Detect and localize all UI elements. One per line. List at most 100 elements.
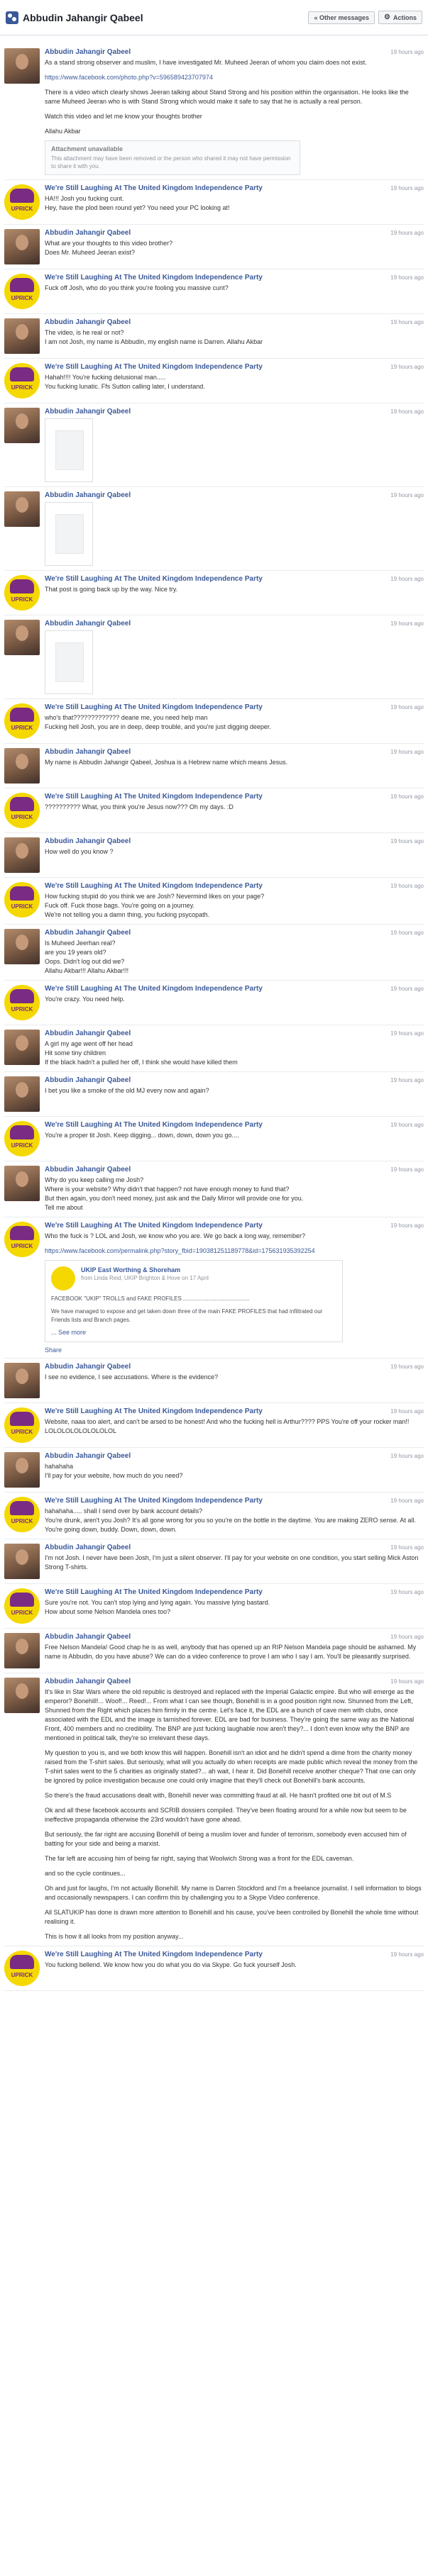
shared-post-card[interactable]: UKIP East Worthing & Shoreham from Linda … xyxy=(45,1260,343,1342)
sender-avatar[interactable]: UPRICK xyxy=(4,1407,40,1443)
ukip-logo-text: UPRICK xyxy=(11,1610,33,1616)
message-text: If the black hadn't a pulled her off, I … xyxy=(45,1059,238,1066)
photo-attachment[interactable] xyxy=(45,418,93,482)
see-more-link[interactable]: ... See more xyxy=(51,1329,86,1336)
message-timestamp: 19 hours ago xyxy=(390,49,424,55)
sender-avatar[interactable]: UPRICK xyxy=(4,1497,40,1532)
sender-name[interactable]: Abbudin Jahangir Qabeel xyxy=(45,1452,131,1460)
ukip-logo-text: UPRICK xyxy=(11,1518,33,1524)
sender-name[interactable]: Abbudin Jahangir Qabeel xyxy=(45,1633,131,1641)
sender-avatar[interactable] xyxy=(4,491,40,527)
sender-avatar[interactable] xyxy=(4,1030,40,1065)
sender-name[interactable]: Abbudin Jahangir Qabeel xyxy=(45,1030,131,1037)
message-link[interactable]: https://www.facebook.com/photo.php?v=596… xyxy=(45,74,213,81)
sender-avatar[interactable]: UPRICK xyxy=(4,985,40,1020)
sender-avatar[interactable] xyxy=(4,1166,40,1201)
ukip-logo-text: UPRICK xyxy=(11,1243,33,1249)
actions-label: Actions xyxy=(393,13,417,21)
sender-avatar[interactable] xyxy=(4,408,40,443)
sender-name[interactable]: Abbudin Jahangir Qabeel xyxy=(45,748,131,756)
sender-avatar[interactable]: UPRICK xyxy=(4,882,40,918)
message-text: I am not Josh, my name is Abbudin, my en… xyxy=(45,338,263,345)
sender-name[interactable]: Abbudin Jahangir Qabeel xyxy=(45,48,131,56)
sender-avatar[interactable]: UPRICK xyxy=(4,363,40,398)
sender-avatar[interactable]: UPRICK xyxy=(4,1222,40,1257)
message-timestamp: 19 hours ago xyxy=(390,1222,424,1229)
sender-avatar[interactable]: UPRICK xyxy=(4,1121,40,1156)
sender-name[interactable]: Abbudin Jahangir Qabeel xyxy=(45,1678,131,1685)
message-text: But seriously, the far right are accusin… xyxy=(45,1831,407,1847)
sender-avatar[interactable] xyxy=(4,1678,40,1713)
sender-name[interactable]: Abbudin Jahangir Qabeel xyxy=(45,1544,131,1551)
sender-avatar[interactable]: UPRICK xyxy=(4,703,40,739)
sender-name[interactable]: We're Still Laughing At The United Kingd… xyxy=(45,575,263,583)
share-link[interactable]: Share xyxy=(45,1346,62,1354)
sender-avatar[interactable] xyxy=(4,229,40,264)
sender-name[interactable]: Abbudin Jahangir Qabeel xyxy=(45,929,131,937)
sender-name[interactable]: We're Still Laughing At The United Kingd… xyxy=(45,882,263,890)
sender-name[interactable]: Abbudin Jahangir Qabeel xyxy=(45,408,131,416)
actions-button[interactable]: ⚙ Actions xyxy=(378,11,422,24)
message-item: UPRICK We're Still Laughing At The United… xyxy=(4,1946,424,1991)
sender-name[interactable]: Abbudin Jahangir Qabeel xyxy=(45,318,131,326)
sender-avatar[interactable]: UPRICK xyxy=(4,274,40,309)
sender-name[interactable]: We're Still Laughing At The United Kingd… xyxy=(45,1497,263,1505)
sender-avatar[interactable]: UPRICK xyxy=(4,1951,40,1986)
sender-name[interactable]: Abbudin Jahangir Qabeel xyxy=(45,1076,131,1084)
message-text: Hit some tiny children xyxy=(45,1049,106,1056)
photo-attachment[interactable] xyxy=(45,502,93,566)
sender-name[interactable]: We're Still Laughing At The United Kingd… xyxy=(45,274,263,281)
message-item: Abbudin Jahangir Qabeel 19 hours ago hahah… xyxy=(4,1448,424,1493)
message-item: Abbudin Jahangir Qabeel 19 hours ago xyxy=(4,403,424,487)
sender-avatar[interactable]: UPRICK xyxy=(4,184,40,220)
sender-name[interactable]: We're Still Laughing At The United Kingd… xyxy=(45,184,263,192)
sender-name[interactable]: We're Still Laughing At The United Kingd… xyxy=(45,1588,263,1596)
message-timestamp: 19 hours ago xyxy=(390,883,424,889)
message-content: Abbudin Jahangir Qabeel 19 hours ago Free … xyxy=(45,1633,424,1668)
photo-attachment[interactable] xyxy=(45,630,93,694)
sender-avatar[interactable] xyxy=(4,48,40,84)
message-content: We're Still Laughing At The United Kingd… xyxy=(45,575,424,610)
message-link[interactable]: https://www.facebook.com/permalink.php?s… xyxy=(45,1247,315,1254)
sender-avatar[interactable] xyxy=(4,1363,40,1398)
sender-name[interactable]: Abbudin Jahangir Qabeel xyxy=(45,1363,131,1371)
message-timestamp: 19 hours ago xyxy=(390,274,424,281)
message-header: Abbudin Jahangir Qabeel 19 hours ago xyxy=(45,1076,424,1084)
sender-name[interactable]: Abbudin Jahangir Qabeel xyxy=(45,620,131,628)
sender-avatar[interactable]: UPRICK xyxy=(4,1588,40,1624)
sender-name[interactable]: We're Still Laughing At The United Kingd… xyxy=(45,985,263,993)
sender-name[interactable]: We're Still Laughing At The United Kingd… xyxy=(45,793,263,801)
sender-name[interactable]: We're Still Laughing At The United Kingd… xyxy=(45,1121,263,1129)
sender-name[interactable]: We're Still Laughing At The United Kingd… xyxy=(45,1222,263,1230)
other-messages-button[interactable]: « Other messages xyxy=(308,11,375,24)
message-text: Is Muheed Jeerhan real? xyxy=(45,939,116,947)
sender-name[interactable]: Abbudin Jahangir Qabeel xyxy=(45,491,131,499)
sender-avatar[interactable] xyxy=(4,929,40,964)
sender-name[interactable]: We're Still Laughing At The United Kingd… xyxy=(45,703,263,711)
sender-name[interactable]: Abbudin Jahangir Qabeel xyxy=(45,1166,131,1173)
message-text: hahahaha..... shall I send over by bank … xyxy=(45,1507,203,1515)
shared-post-text: We have managed to expose and get taken … xyxy=(51,1308,323,1323)
sender-name[interactable]: We're Still Laughing At The United Kingd… xyxy=(45,1951,263,1958)
shared-page-name[interactable]: UKIP East Worthing & Shoreham xyxy=(81,1266,209,1273)
sender-avatar[interactable] xyxy=(4,1076,40,1112)
sender-name[interactable]: Abbudin Jahangir Qabeel xyxy=(45,837,131,845)
sender-avatar[interactable] xyxy=(4,1452,40,1488)
ukip-logo-text: UPRICK xyxy=(11,903,33,910)
message-timestamp: 19 hours ago xyxy=(390,1364,424,1370)
sender-avatar[interactable] xyxy=(4,1544,40,1579)
message-timestamp: 19 hours ago xyxy=(390,185,424,191)
message-text: Fuck off. Fuck those bags. You're going … xyxy=(45,902,195,909)
sender-name[interactable]: We're Still Laughing At The United Kingd… xyxy=(45,1407,263,1415)
message-header: We're Still Laughing At The United Kingd… xyxy=(45,575,424,583)
sender-name[interactable]: We're Still Laughing At The United Kingd… xyxy=(45,363,263,371)
sender-avatar[interactable] xyxy=(4,837,40,873)
sender-avatar[interactable] xyxy=(4,1633,40,1668)
sender-avatar[interactable] xyxy=(4,318,40,354)
sender-avatar[interactable]: UPRICK xyxy=(4,793,40,828)
sender-avatar[interactable] xyxy=(4,748,40,784)
sender-avatar[interactable] xyxy=(4,620,40,655)
sender-name[interactable]: Abbudin Jahangir Qabeel xyxy=(45,229,131,237)
sender-avatar[interactable]: UPRICK xyxy=(4,575,40,610)
